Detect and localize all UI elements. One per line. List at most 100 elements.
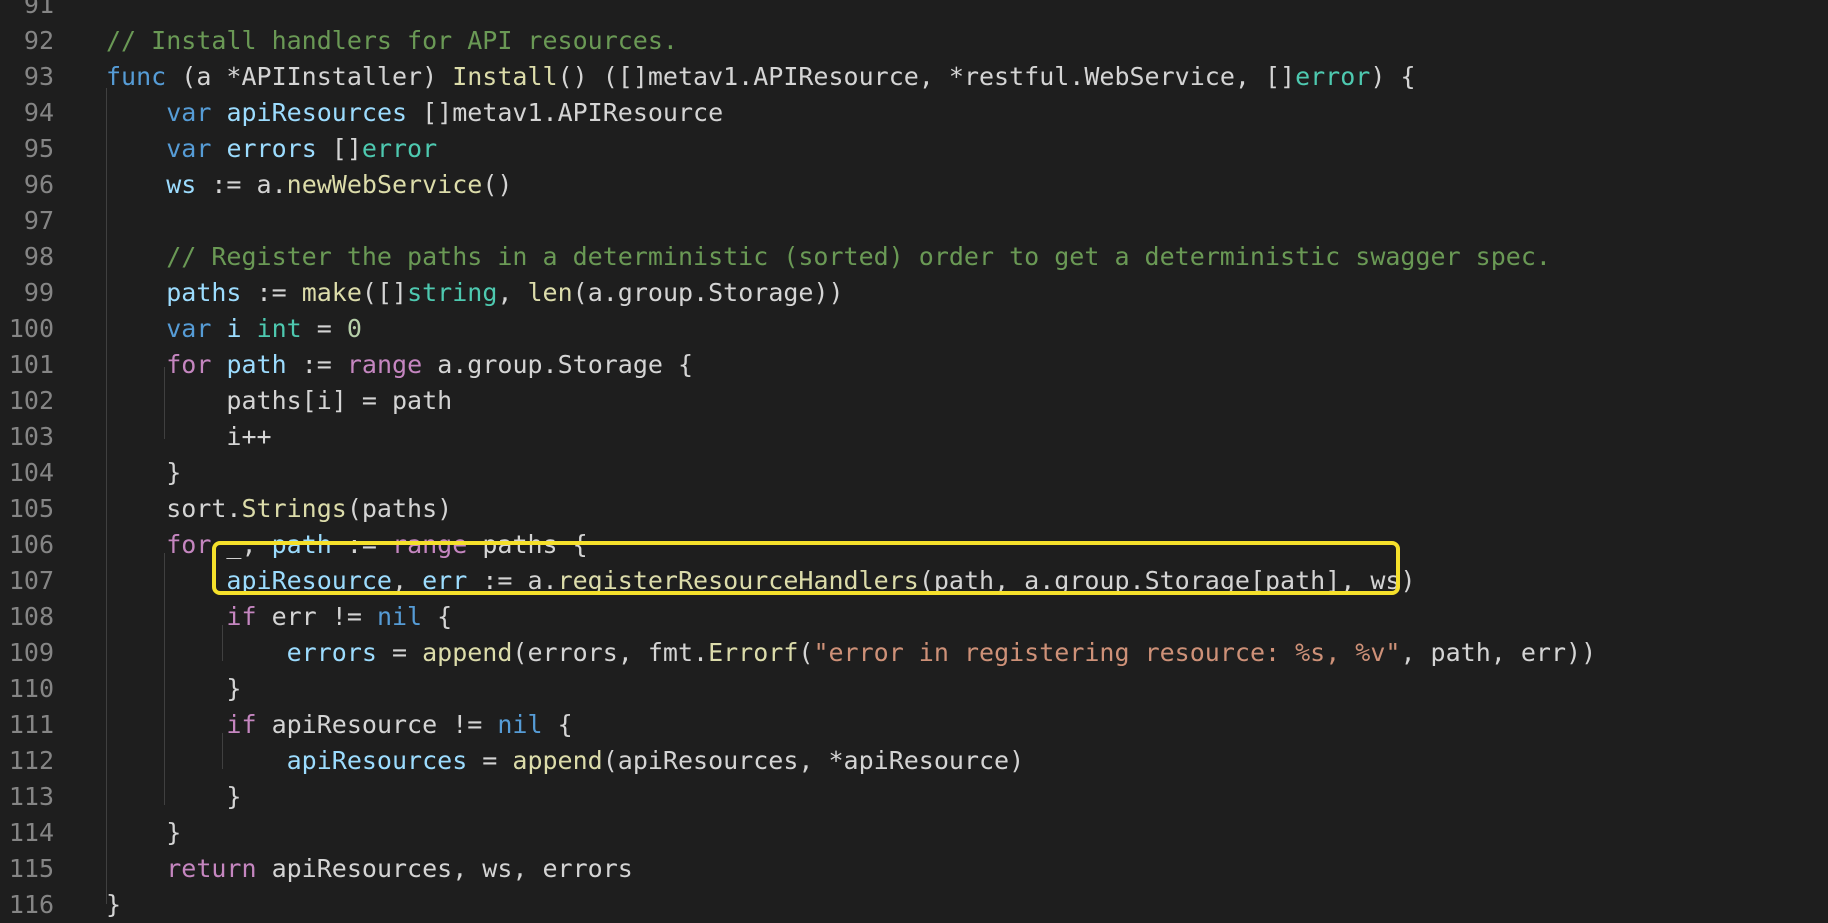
code-text: apiResources = append(apiResources, *api… xyxy=(106,743,1025,779)
code-token: Errorf xyxy=(708,638,799,667)
code-token: paths[i] = path xyxy=(106,386,453,415)
code-line[interactable]: 109 errors = append(errors, fmt.Errorf("… xyxy=(0,635,1828,671)
code-text: paths := make([]string, len(a.group.Stor… xyxy=(106,275,843,311)
code-line[interactable]: 101 for path := range a.group.Storage { xyxy=(0,347,1828,383)
code-token: for xyxy=(166,530,212,559)
code-token: Install xyxy=(452,62,558,91)
code-line[interactable]: 92 // Install handlers for API resources. xyxy=(0,23,1828,59)
line-number: 96 xyxy=(23,170,54,199)
line-number: 114 xyxy=(8,818,54,847)
code-text: } xyxy=(106,455,181,491)
code-token: if xyxy=(226,710,257,739)
code-token: () xyxy=(482,170,513,199)
code-token: len xyxy=(527,278,573,307)
code-token: } xyxy=(106,890,122,919)
code-line[interactable]: 97 xyxy=(0,203,1828,239)
code-token: var xyxy=(166,98,212,127)
code-token: := a. xyxy=(196,170,287,199)
code-token: i++ xyxy=(106,422,272,451)
code-token: error xyxy=(1295,62,1371,91)
code-text: var i int = 0 xyxy=(106,311,362,347)
code-text: } xyxy=(106,779,241,815)
code-line[interactable]: 96 ws := a.newWebService() xyxy=(0,167,1828,203)
code-editor[interactable]: 91 92 // Install handlers for API resource… xyxy=(0,0,1828,919)
code-token: sort. xyxy=(106,494,242,523)
code-line[interactable]: 91 xyxy=(0,0,1828,23)
code-token: nil xyxy=(497,710,543,739)
code-token: newWebService xyxy=(286,170,483,199)
code-line[interactable]: 115 return apiResources, ws, errors xyxy=(0,851,1828,887)
code-token: a.group.Storage { xyxy=(422,350,694,379)
code-text: if apiResource != nil { xyxy=(106,707,572,743)
code-token: make xyxy=(301,278,362,307)
code-token: "error in registering resource: %s, %v" xyxy=(813,638,1401,667)
line-number: 102 xyxy=(8,386,54,415)
code-token: } xyxy=(106,818,182,847)
code-token: err != xyxy=(256,602,377,631)
code-text: ws := a.newWebService() xyxy=(106,167,512,203)
code-line[interactable]: 99 paths := make([]string, len(a.group.S… xyxy=(0,275,1828,311)
code-token: // Install handlers for API resources. xyxy=(106,26,678,55)
code-line[interactable]: 114 } xyxy=(0,815,1828,851)
code-token: apiResources xyxy=(286,746,468,775)
code-token: nil xyxy=(376,602,423,631)
line-number: 91 xyxy=(23,0,54,19)
code-token: (a *APIInstaller) xyxy=(166,62,453,91)
code-token: } xyxy=(106,782,242,811)
code-token: // Register the paths in a deterministic… xyxy=(166,242,1551,271)
line-number: 112 xyxy=(8,746,54,775)
line-number: 113 xyxy=(8,782,54,811)
code-line[interactable]: 93 func (a *APIInstaller) Install() ([]me… xyxy=(0,59,1828,95)
code-text: sort.Strings(paths) xyxy=(106,491,452,527)
line-number: 94 xyxy=(23,98,54,127)
line-number: 95 xyxy=(23,134,54,163)
code-line[interactable]: 95 var errors []error xyxy=(0,131,1828,167)
code-line[interactable]: 111 if apiResource != nil { xyxy=(0,707,1828,743)
code-token: ( xyxy=(798,638,814,667)
code-text: if err != nil { xyxy=(106,599,452,635)
code-text: // Install handlers for API resources. xyxy=(106,23,678,59)
code-token: ) { xyxy=(1370,62,1416,91)
code-line[interactable]: 110 } xyxy=(0,671,1828,707)
code-text: i++ xyxy=(106,419,272,455)
code-line[interactable]: 116} xyxy=(0,887,1828,923)
code-token: = xyxy=(467,746,513,775)
line-number: 109 xyxy=(8,638,54,667)
code-text: // Register the paths in a deterministic… xyxy=(106,239,1551,275)
code-line[interactable]: 113 } xyxy=(0,779,1828,815)
line-number: 105 xyxy=(8,494,54,523)
code-line[interactable]: 104 } xyxy=(0,455,1828,491)
code-text: } xyxy=(106,671,241,707)
code-line[interactable]: 105 sort.Strings(paths) xyxy=(0,491,1828,527)
code-line[interactable]: 103 i++ xyxy=(0,419,1828,455)
code-token: ws xyxy=(166,170,197,199)
code-token: , xyxy=(497,278,528,307)
code-token: string xyxy=(407,278,498,307)
code-line[interactable]: 100 var i int = 0 xyxy=(0,311,1828,347)
code-line[interactable]: 94 var apiResources []metav1.APIResource xyxy=(0,95,1828,131)
code-line[interactable]: 108 if err != nil { xyxy=(0,599,1828,635)
code-line[interactable]: 102 paths[i] = path xyxy=(0,383,1828,419)
code-token: errors xyxy=(286,638,377,667)
code-token: = xyxy=(301,314,347,343)
line-number: 99 xyxy=(23,278,54,307)
code-token: paths xyxy=(166,278,242,307)
code-token: append xyxy=(422,638,513,667)
line-number: 97 xyxy=(23,206,54,235)
code-text: func (a *APIInstaller) Install() ([]meta… xyxy=(106,59,1416,95)
code-text: for path := range a.group.Storage { xyxy=(106,347,693,383)
code-line[interactable]: 112 apiResources = append(apiResources, … xyxy=(0,743,1828,779)
code-line[interactable]: 98 // Register the paths in a determinis… xyxy=(0,239,1828,275)
line-number: 116 xyxy=(8,890,54,919)
code-token: errors xyxy=(226,134,317,163)
code-token: append xyxy=(512,746,603,775)
